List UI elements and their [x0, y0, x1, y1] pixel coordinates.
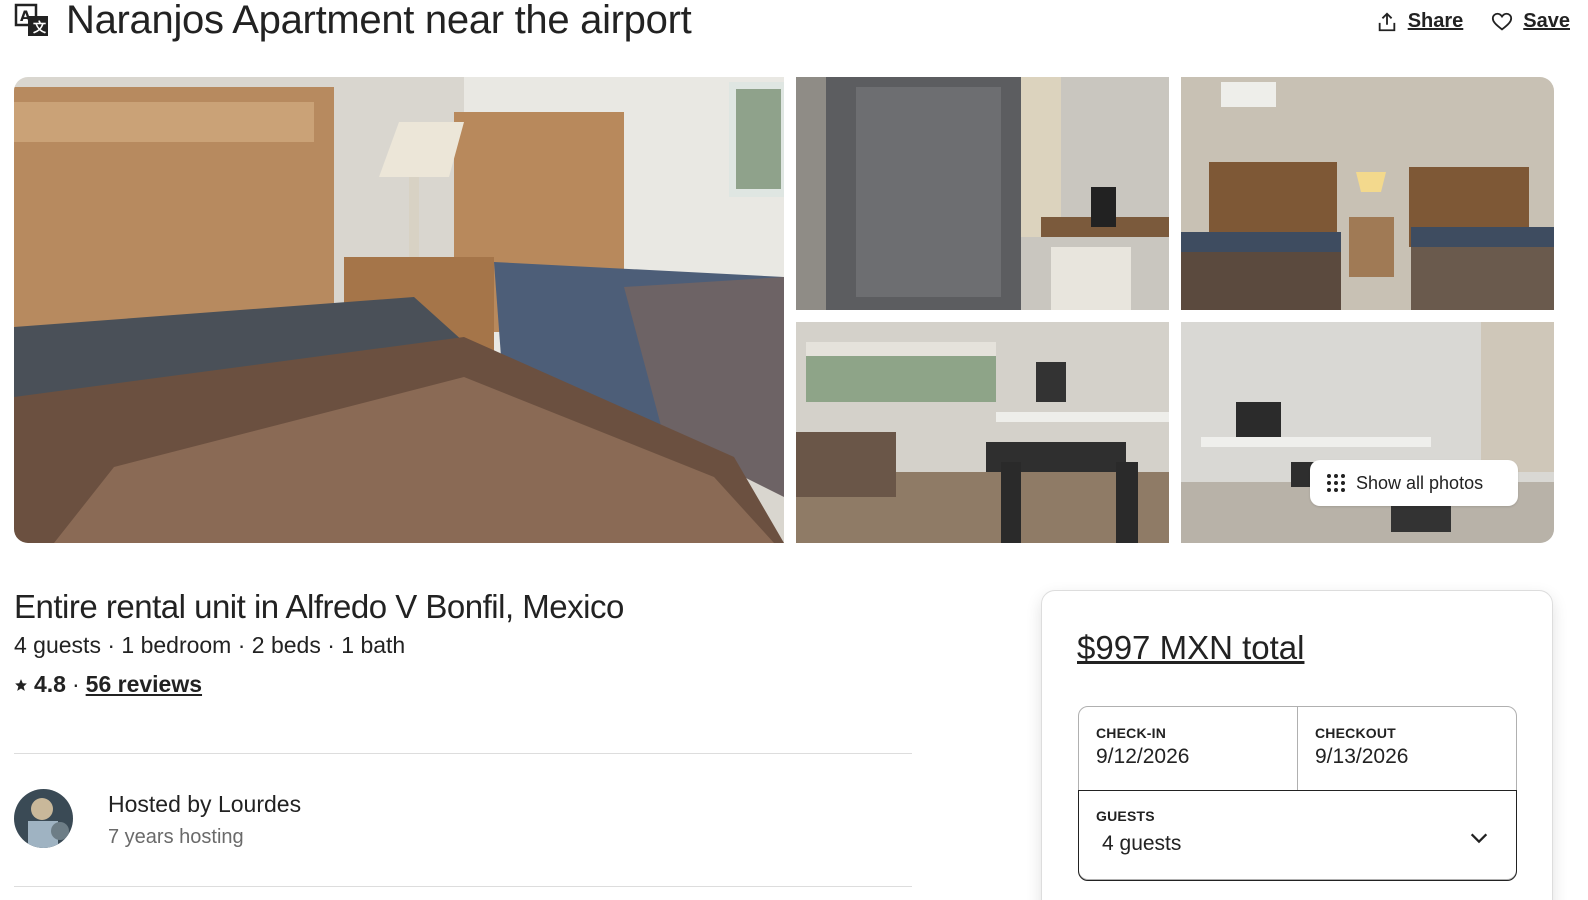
- save-button[interactable]: Save: [1491, 10, 1570, 33]
- divider: [14, 886, 912, 887]
- share-icon: [1378, 11, 1395, 31]
- svg-text:文: 文: [33, 20, 47, 36]
- divider: [14, 753, 912, 754]
- rating-separator: ·: [71, 671, 80, 697]
- rating-row: 4.8 · 56 reviews: [14, 671, 914, 698]
- main-photo[interactable]: [14, 77, 784, 543]
- listing-facts: 4 guests · 1 bedroom · 2 beds · 1 bath: [14, 632, 406, 658]
- total-price[interactable]: $997 MXN total: [1077, 629, 1304, 667]
- show-all-photos-label: Show all photos: [1356, 472, 1484, 493]
- guests-label: GUESTS: [1096, 808, 1155, 824]
- reviews-link[interactable]: 56 reviews: [86, 671, 202, 698]
- checkin-value: 9/12/2026: [1096, 745, 1190, 768]
- listing-subtitle: Entire rental unit in Alfredo V Bonfil, …: [14, 588, 624, 625]
- rating-score: 4.8: [34, 671, 66, 697]
- page-title: Naranjos Apartment near the airport: [66, 0, 692, 42]
- checkin-label: CHECK-IN: [1096, 725, 1167, 741]
- save-label: Save: [1523, 10, 1570, 32]
- header-actions: Share Save: [1376, 10, 1570, 33]
- grid-dots-icon: [1327, 474, 1345, 492]
- share-button[interactable]: Share: [1376, 10, 1464, 33]
- share-label: Share: [1407, 10, 1464, 32]
- host-years: 7 years hosting: [108, 826, 244, 848]
- translate-icon[interactable]: A 文: [14, 2, 50, 38]
- checkout-label: CHECKOUT: [1315, 725, 1396, 741]
- listing-summary: Entire rental unit in Alfredo V Bonfil, …: [14, 588, 914, 698]
- booking-card: $997 MXN total CHECK-IN 9/12/2026 CHECKO…: [1041, 590, 1553, 900]
- star-icon: [15, 678, 27, 691]
- host-section: Hosted by Lourdes 7 years hosting: [14, 789, 914, 849]
- avatar[interactable]: [14, 789, 73, 848]
- heart-icon: [1492, 12, 1513, 30]
- show-all-photos-button[interactable]: Show all photos: [1310, 460, 1518, 506]
- host-name: Hosted by Lourdes: [108, 791, 302, 817]
- desk-photo[interactable]: [1181, 322, 1554, 543]
- guests-value: 4 guests: [1102, 832, 1182, 855]
- listing-header: A 文 Naranjos Apartment near the airport …: [14, 0, 1570, 50]
- guests-select[interactable]: GUESTS 4 guests: [1078, 790, 1517, 881]
- checkout-value: 9/13/2026: [1315, 745, 1409, 768]
- booking-inputs: CHECK-IN 9/12/2026 CHECKOUT 9/13/2026 GU…: [1078, 706, 1517, 881]
- dining-photo[interactable]: [796, 322, 1169, 543]
- bedroom-photo[interactable]: [1181, 77, 1554, 310]
- checkin-field[interactable]: CHECK-IN 9/12/2026: [1079, 707, 1298, 791]
- kitchen-photo[interactable]: [796, 77, 1169, 310]
- checkout-field[interactable]: CHECKOUT 9/13/2026: [1298, 707, 1516, 791]
- chevron-down-icon: [1470, 833, 1488, 844]
